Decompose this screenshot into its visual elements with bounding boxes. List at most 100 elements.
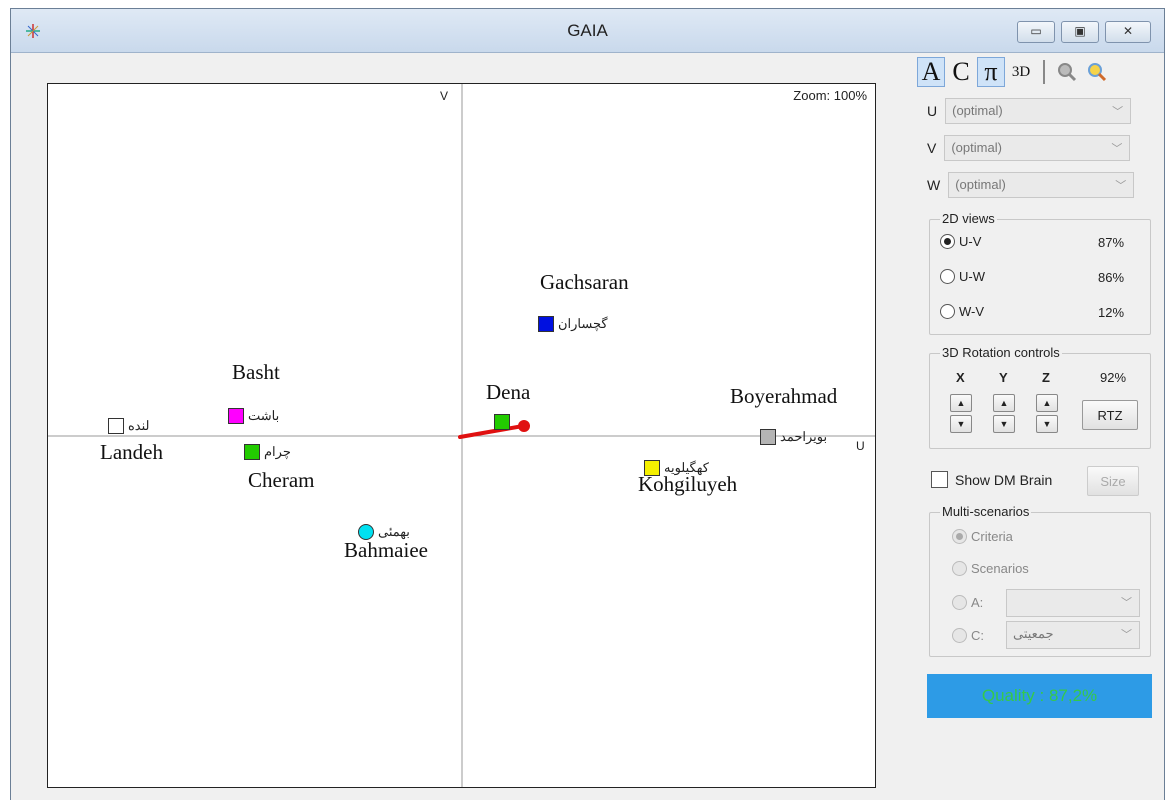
w-axis-select-label: W [927,177,941,193]
v-axis-select-label: V [927,140,937,156]
zoom-button[interactable] [1053,57,1081,87]
pi-mode-button[interactable]: π [977,57,1005,87]
axis-u-label: U [856,439,865,453]
chevron-down-icon: ﹀ [1115,180,1127,192]
view-uv-pct: 87% [1098,235,1125,250]
criteria-mode-button[interactable]: C [947,57,975,87]
point-marker [244,444,260,460]
criteria-label: Criteria [971,529,1013,544]
rotate-y-up-button[interactable]: ▲ [993,394,1015,412]
point-cheram[interactable]: چرام [244,444,291,460]
annotation-landeh: Landeh [100,440,163,464]
multi-scenarios-title: Multi-scenarios [940,504,1032,519]
view-uv-label: U-V [959,234,982,249]
point-marker [538,316,554,332]
view-uw-radio[interactable]: U-W [940,269,985,284]
a-radio[interactable]: A: [952,595,983,610]
view-wv-label: W-V [959,304,985,319]
radio-icon [940,269,955,284]
annotation-gachsaran: Gachsaran [540,270,629,294]
window-title: GAIA [567,21,608,40]
u-axis-select-value: (optimal) [952,103,1003,118]
views-2d-group: 2D views U-V 87% U-W 86% W-V 12% [929,211,1151,335]
client-area: Zoom: 100% V U گچساران باشت لنده چرام به… [11,54,1164,800]
rotate-y-down-button[interactable]: ▼ [993,415,1015,433]
point-boyerahmad[interactable]: بویراحمد [760,429,827,445]
scenarios-radio[interactable]: Scenarios [952,561,1029,576]
rotation-z-label: Z [1042,370,1050,385]
rtz-button[interactable]: RTZ [1082,400,1138,430]
gaia-window: GAIA ▭ ▣ ✕ Zoom: 100% V U گچساران باشت ل… [10,8,1165,800]
zoom-icon [1058,63,1077,82]
point-marker [108,418,124,434]
a-select[interactable]: ﹀ [1006,589,1140,617]
axis-v-label: V [440,89,449,103]
chevron-down-icon: ﹀ [1111,143,1123,155]
point-label: لنده [128,418,150,433]
rotate-z-up-button[interactable]: ▲ [1036,394,1058,412]
rotation-3d-group: 3D Rotation controls X Y Z 92% ▲ ▼ ▲ ▼ ▲… [929,345,1151,449]
annotation-basht: Basht [232,360,280,384]
w-axis-select[interactable]: (optimal) ﹀ [948,172,1135,198]
view-wv-radio[interactable]: W-V [940,304,984,319]
size-button[interactable]: Size [1087,466,1139,496]
point-basht[interactable]: باشت [228,408,279,424]
point-marker [760,429,776,445]
rotate-z-down-button[interactable]: ▼ [1036,415,1058,433]
rotate-x-up-button[interactable]: ▲ [950,394,972,412]
annotation-kohgiluyeh: Kohgiluyeh [638,472,738,496]
u-axis-row: U (optimal) ﹀ [927,98,1132,124]
radio-icon [940,234,955,249]
zoom-label: Zoom: 100% [793,88,867,103]
rotation-pct: 92% [1100,370,1127,385]
c-radio[interactable]: C: [952,628,984,643]
rotate-x-down-button[interactable]: ▼ [950,415,972,433]
rotation-y-label: Y [999,370,1008,385]
close-icon: ✕ [1122,24,1134,38]
decision-stick-head [518,420,530,432]
view-uw-pct: 86% [1098,270,1125,285]
chevron-down-icon: ﹀ [1112,106,1124,118]
gaia-plane[interactable]: Zoom: 100% V U گچساران باشت لنده چرام به… [47,83,876,788]
close-button[interactable]: ✕ [1105,21,1151,43]
v-axis-select[interactable]: (optimal) ﹀ [944,135,1131,161]
point-label: چرام [264,444,291,459]
chevron-down-icon: ﹀ [1121,597,1132,609]
radio-icon [940,304,955,319]
radio-icon [952,561,967,576]
point-label: باشت [248,408,280,423]
u-axis-select[interactable]: (optimal) ﹀ [945,98,1132,124]
v-axis-row: V (optimal) ﹀ [927,135,1131,161]
title-bar: GAIA ▭ ▣ ✕ [11,9,1164,53]
c-select[interactable]: جمعیتی ﹀ [1006,621,1140,649]
point-dena[interactable] [494,414,514,430]
3d-mode-icon: 3D [1011,63,1031,80]
view-uv-radio[interactable]: U-V [940,234,981,249]
radio-icon [952,529,967,544]
analysis-mode-icon: A [921,57,941,86]
u-axis-select-label: U [927,103,938,119]
v-axis-select-value: (optimal) [951,140,1002,155]
show-dm-brain-label: Show DM Brain [955,472,1053,488]
point-gachsaran[interactable]: گچساران [538,316,608,332]
minimize-button[interactable]: ▭ [1017,21,1055,43]
3d-mode-button[interactable]: 3D [1007,57,1035,87]
quality-indicator: Quality : 87,2% [927,674,1152,718]
rotation-x-label: X [956,370,965,385]
analysis-mode-button[interactable]: A [917,57,945,87]
radio-icon [952,628,967,643]
maximize-button[interactable]: ▣ [1061,21,1099,43]
chevron-down-icon: ﹀ [1121,629,1132,641]
view-uw-label: U-W [959,269,985,284]
point-label: گچساران [558,316,608,331]
color-zoom-button[interactable] [1083,57,1111,87]
w-axis-select-value: (optimal) [955,177,1006,192]
show-dm-brain-checkbox[interactable] [931,471,948,488]
radio-icon [952,595,967,610]
color-zoom-icon [1088,63,1107,82]
multi-scenarios-group: Multi-scenarios Criteria Scenarios A: ﹀ … [929,504,1151,657]
criteria-radio[interactable]: Criteria [952,529,1013,544]
c-select-value: جمعیتی [1013,626,1054,641]
maximize-icon: ▣ [1074,24,1086,38]
point-landeh[interactable]: لنده [108,418,150,434]
